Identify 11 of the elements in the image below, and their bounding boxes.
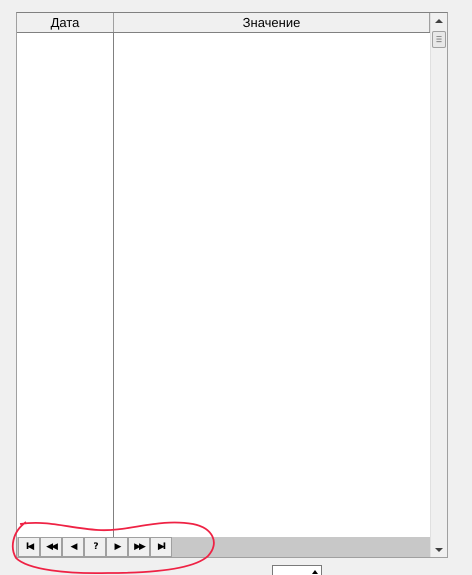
scrollbar[interactable] bbox=[430, 13, 447, 557]
scroll-thumb[interactable] bbox=[432, 31, 446, 48]
nav-button[interactable]: ▶I bbox=[150, 537, 172, 557]
data-grid[interactable]: Дата Значение I◀ ◀◀ ◀ ? ▶ ▶▶ ▶I bbox=[16, 12, 448, 558]
nav-button[interactable]: ◀ bbox=[62, 537, 84, 557]
nav-button[interactable]: ▶ bbox=[106, 537, 128, 557]
nav-button[interactable]: ◀◀ bbox=[40, 537, 62, 557]
nav-button[interactable]: I◀ bbox=[18, 537, 40, 557]
nav-button[interactable]: ? bbox=[84, 537, 106, 557]
nav-button[interactable]: ▶▶ bbox=[128, 537, 150, 557]
column-header[interactable]: Дата bbox=[17, 13, 114, 32]
